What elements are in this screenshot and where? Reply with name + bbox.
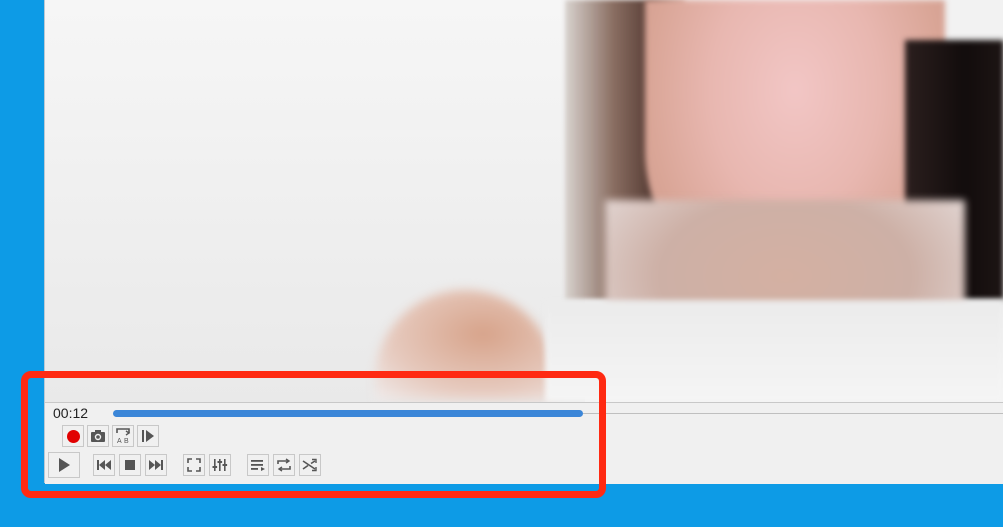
elapsed-time: 00:12 — [53, 405, 89, 421]
svg-text:A: A — [117, 438, 122, 445]
seek-bar-remaining — [583, 413, 1003, 414]
video-shirt — [545, 300, 1003, 402]
svg-text:B: B — [124, 438, 129, 445]
next-icon — [149, 460, 163, 470]
playlist-icon — [251, 460, 265, 471]
extended-settings-icon — [212, 459, 228, 471]
seek-bar[interactable] — [113, 410, 583, 417]
snapshot-button[interactable] — [87, 425, 109, 447]
loop-button[interactable] — [273, 454, 295, 476]
control-bar: 00:12 A B — [45, 402, 1003, 484]
play-icon — [59, 458, 70, 472]
next-button[interactable] — [145, 454, 167, 476]
snapshot-icon — [91, 430, 105, 442]
fullscreen-button[interactable] — [183, 454, 205, 476]
fullscreen-icon — [187, 458, 201, 472]
play-button[interactable] — [48, 452, 80, 478]
vlc-window: 00:12 A B — [44, 0, 1003, 484]
shuffle-button[interactable] — [299, 454, 321, 476]
ab-loop-icon: A B — [116, 428, 131, 445]
loop-icon — [277, 458, 291, 472]
video-frame[interactable] — [45, 0, 1003, 402]
previous-button[interactable] — [93, 454, 115, 476]
shuffle-icon — [302, 458, 317, 472]
playlist-button[interactable] — [247, 454, 269, 476]
extended-settings-button[interactable] — [209, 454, 231, 476]
ab-loop-button[interactable]: A B — [112, 425, 134, 447]
frame-step-button[interactable] — [137, 425, 159, 447]
record-button[interactable] — [62, 425, 84, 447]
frame-step-icon — [142, 430, 154, 442]
stop-button[interactable] — [119, 454, 141, 476]
previous-icon — [97, 460, 111, 470]
stop-icon — [125, 460, 135, 470]
record-icon — [66, 429, 80, 443]
